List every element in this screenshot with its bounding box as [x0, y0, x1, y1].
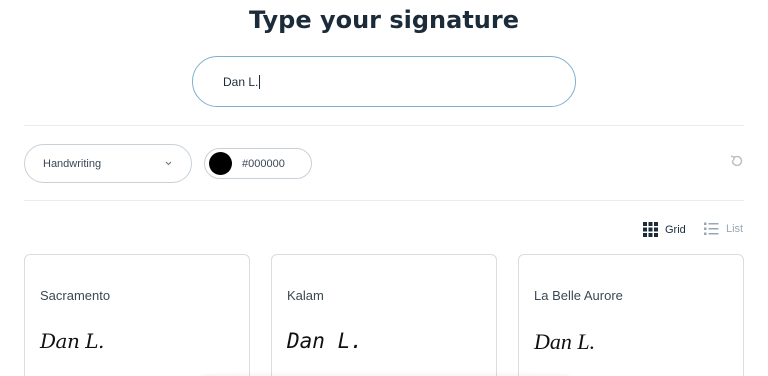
bottom-shadow [200, 370, 570, 376]
color-swatch[interactable] [209, 152, 232, 175]
reset-icon[interactable] [729, 153, 745, 169]
font-card-name: La Belle Aurore [534, 288, 623, 303]
font-card-name: Sacramento [40, 288, 111, 303]
list-icon [704, 222, 719, 235]
color-hex-value: #000000 [242, 157, 285, 170]
grid-view-button[interactable]: Grid [643, 222, 686, 237]
signature-preview: Dan L. [287, 329, 363, 353]
signature-preview: Dan L. [534, 329, 596, 354]
font-card-name: Kalam [287, 288, 324, 303]
chevron-down-icon [165, 161, 172, 166]
divider [24, 125, 744, 126]
font-style-dropdown[interactable]: Handwriting [24, 144, 192, 183]
font-card-kalam[interactable]: Kalam Dan L. [271, 254, 497, 376]
list-view-label: List [726, 223, 744, 235]
signature-input-value: Dan L. [223, 74, 259, 89]
font-card-sacramento[interactable]: Sacramento Dan L. [24, 254, 250, 376]
grid-view-label: Grid [665, 223, 686, 236]
text-cursor [259, 74, 261, 89]
list-view-button[interactable]: List [704, 222, 743, 236]
grid-icon [643, 222, 658, 237]
font-style-selected: Handwriting [43, 157, 102, 170]
color-picker[interactable]: #000000 [204, 148, 312, 179]
signature-preview: Dan L. [40, 329, 104, 353]
signature-input[interactable]: Dan L. [192, 56, 576, 107]
font-card-la-belle-aurore[interactable]: La Belle Aurore Dan L. [518, 254, 744, 376]
divider [24, 200, 744, 201]
page-title: Type your signature [248, 6, 520, 34]
